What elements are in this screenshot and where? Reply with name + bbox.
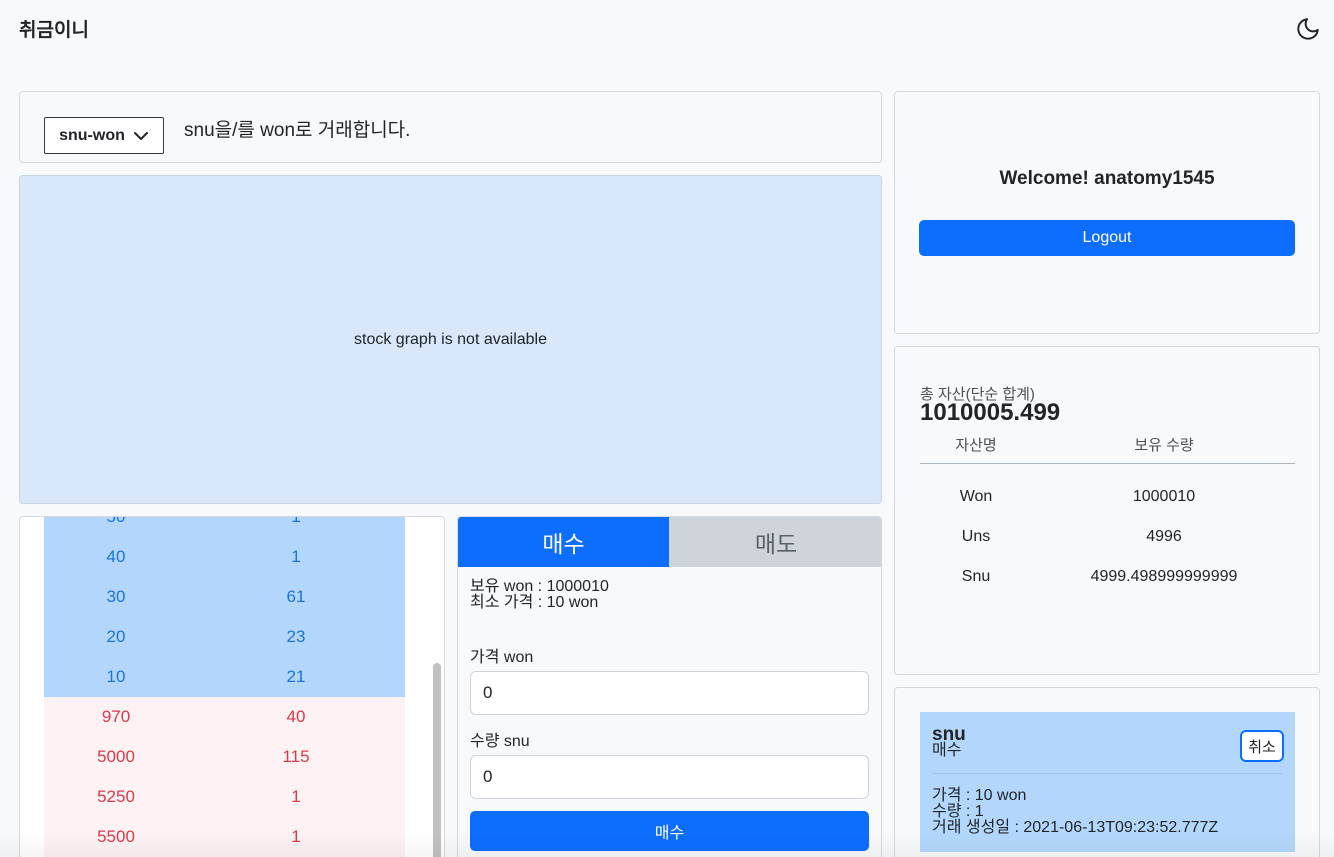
- ask-price: 5500: [97, 827, 135, 846]
- orderbook-ask-row[interactable]: 5000 115: [44, 737, 405, 777]
- bid-qty: 1: [291, 547, 301, 566]
- app-brand[interactable]: 취금이니: [19, 15, 89, 42]
- order-item: snu 매수 취소 가격 : 10 won 수량 : 1 거래 생성일 : 20…: [920, 712, 1295, 852]
- tab-sell[interactable]: 매도: [669, 517, 881, 567]
- ask-price: 5000: [97, 747, 135, 766]
- qty-input[interactable]: [470, 755, 869, 799]
- price-input[interactable]: [470, 671, 869, 715]
- moon-icon[interactable]: [1295, 16, 1321, 42]
- ask-qty: 40: [286, 707, 306, 726]
- ask-qty: 1: [291, 827, 301, 846]
- cancel-order-button[interactable]: 취소: [1240, 730, 1284, 762]
- asset-name-header: 자산명: [955, 437, 997, 454]
- price-label: 가격 won: [470, 649, 534, 666]
- chevron-down-icon: [133, 131, 148, 140]
- bid-qty: 61: [286, 587, 306, 606]
- pair-description: snu을/를 won로 거래합니다.: [184, 120, 411, 141]
- orderbook-bid-row[interactable]: 50 1: [44, 516, 405, 537]
- ask-price: 970: [101, 707, 131, 726]
- asset-name: Snu: [961, 568, 991, 585]
- order-side: 매수: [932, 742, 962, 759]
- submit-buy-button[interactable]: 매수: [470, 811, 869, 851]
- orders-card: snu 매수 취소 가격 : 10 won 수량 : 1 거래 생성일 : 20…: [894, 687, 1320, 857]
- orderbook-bid-row[interactable]: 20 23: [44, 617, 405, 657]
- ask-qty: 1: [291, 787, 301, 806]
- ask-price: 5250: [97, 787, 135, 806]
- asset-name: Uns: [961, 528, 991, 545]
- orderbook-ask-row[interactable]: 5500 1: [44, 817, 405, 857]
- bid-qty: 23: [286, 627, 306, 646]
- bid-price: 40: [106, 547, 126, 566]
- bid-price: 30: [106, 587, 126, 606]
- min-price: 최소 가격 : 10 won: [470, 594, 599, 611]
- pair-card: snu-won snu을/를 won로 거래합니다.: [19, 91, 882, 163]
- order-divider: [932, 773, 1283, 774]
- asset-amount: 4999.498999999999: [1090, 568, 1238, 585]
- asset-amount-header: 보유 수량: [1134, 437, 1194, 454]
- account-card: Welcome! anatomy1545 Logout: [894, 91, 1320, 334]
- welcome-message: Welcome! anatomy1545: [999, 168, 1215, 189]
- order-created: 거래 생성일 : 2021-06-13T09:23:52.777Z: [932, 819, 1219, 836]
- total-assets-value: 1010005.499: [920, 399, 1061, 426]
- bid-price: 10: [106, 667, 126, 686]
- tab-buy[interactable]: 매수: [458, 517, 669, 567]
- orderbook-ask-row[interactable]: 5250 1: [44, 777, 405, 817]
- orderbook-bid-row[interactable]: 10 21: [44, 657, 405, 697]
- trade-panel: 매수 매도 보유 won : 1000010 최소 가격 : 10 won 가격…: [457, 516, 882, 857]
- qty-label: 수량 snu: [470, 733, 530, 750]
- orderbook-ask-row[interactable]: 970 40: [44, 697, 405, 737]
- logout-button[interactable]: Logout: [919, 220, 1295, 256]
- bid-qty: 1: [291, 516, 301, 526]
- orderbook-bid-row[interactable]: 40 1: [44, 537, 405, 577]
- ask-qty: 115: [282, 747, 310, 766]
- bid-qty: 21: [286, 667, 306, 686]
- holding-balance: 보유 won : 1000010: [470, 578, 609, 595]
- orderbook[interactable]: 50 1 40 1 30 61 20 23 10 21 970 40 5000 115 525…: [19, 516, 445, 857]
- order-price: 가격 : 10 won: [932, 787, 1027, 804]
- bid-price: 50: [106, 516, 126, 526]
- pair-select-value: snu-won: [59, 126, 125, 144]
- order-qty: 수량 : 1: [932, 803, 984, 820]
- assets-card: 총 자산(단순 합계) 1010005.499 자산명 보유 수량 Won 10…: [894, 346, 1320, 675]
- pair-select[interactable]: snu-won: [44, 117, 164, 154]
- graph-message: stock graph is not available: [354, 330, 547, 348]
- stock-graph: stock graph is not available: [19, 175, 882, 504]
- bid-price: 20: [106, 627, 126, 646]
- asset-amount: 1000010: [1132, 488, 1196, 505]
- asset-amount: 4996: [1146, 528, 1182, 545]
- orderbook-bid-row[interactable]: 30 61: [44, 577, 405, 617]
- asset-table-divider: [920, 463, 1295, 464]
- asset-name: Won: [959, 488, 993, 505]
- orderbook-scrollbar-thumb[interactable]: [433, 663, 441, 857]
